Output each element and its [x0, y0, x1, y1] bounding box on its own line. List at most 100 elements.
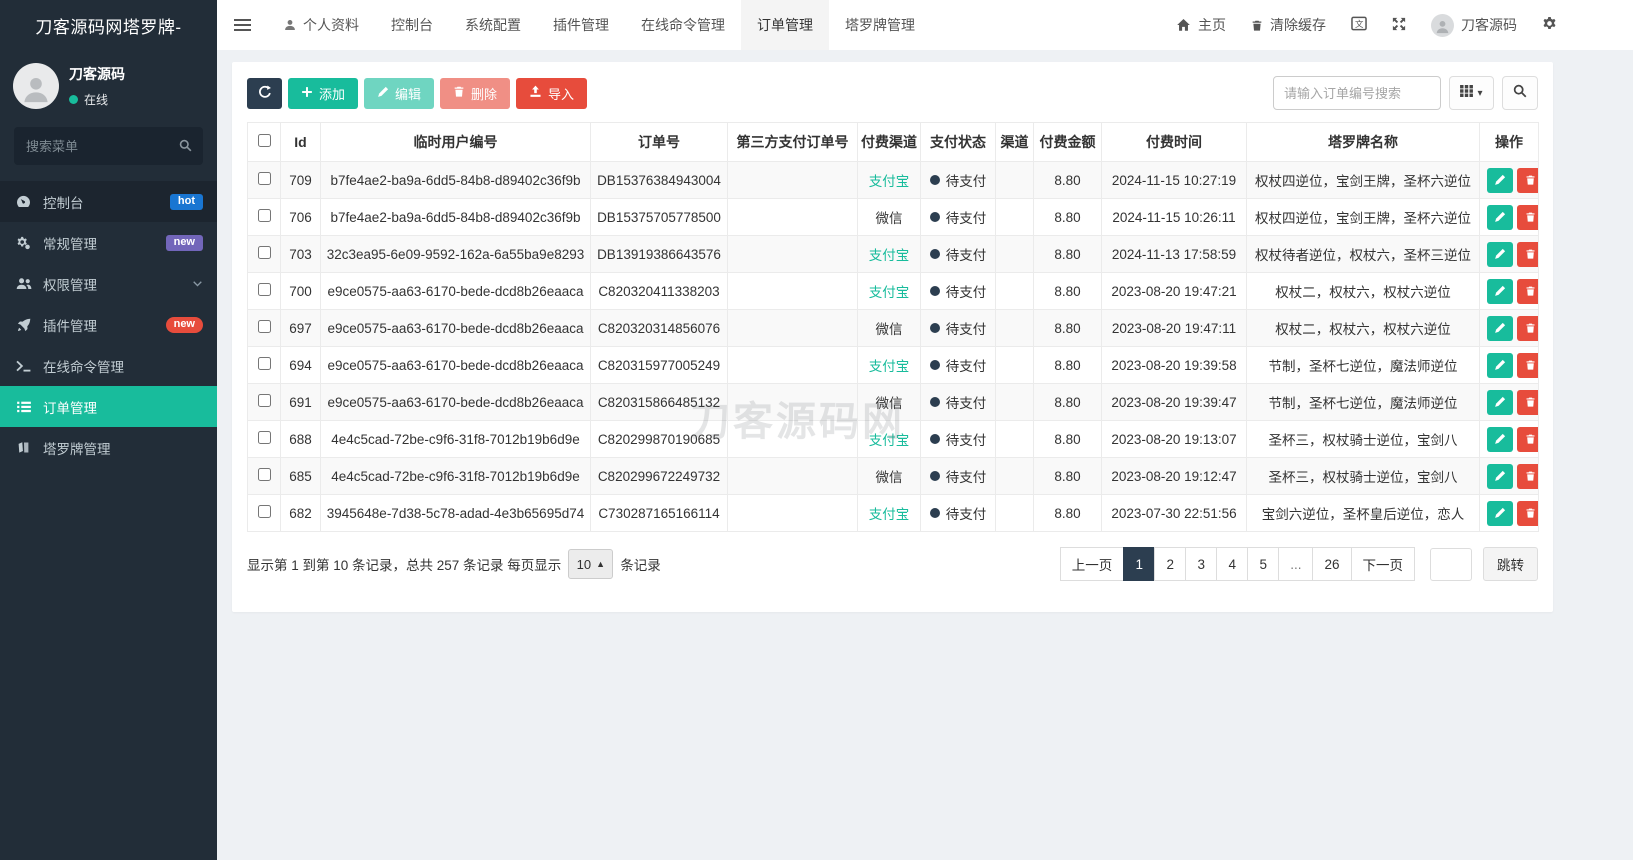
row-delete-button[interactable] — [1517, 241, 1538, 267]
page-size-dropdown[interactable]: 10 ▲ — [568, 549, 614, 579]
row-edit-button[interactable] — [1487, 389, 1513, 415]
row-delete-button[interactable] — [1517, 463, 1538, 489]
row-edit-button[interactable] — [1487, 463, 1513, 489]
table-cell: 3945648e-7d38-5c78-adad-4e3b65695d74 — [320, 494, 591, 532]
add-button[interactable]: 添加 — [288, 77, 359, 109]
clear-cache-label: 清除缓存 — [1270, 17, 1326, 33]
row-checkbox[interactable] — [257, 172, 271, 185]
sidebar-item-0[interactable]: 控制台 hot — [0, 181, 217, 222]
table-cell — [727, 161, 858, 199]
row-checkbox[interactable] — [257, 431, 271, 444]
row-delete-button[interactable] — [1517, 204, 1538, 230]
row-delete-button[interactable] — [1517, 278, 1538, 304]
main-panel: 添加 编辑 删除 导入 ▾ Id临时用户编号订单号第三方支付订单号付费渠道支付状… — [232, 62, 1553, 612]
nav-tab-6[interactable]: 塔罗牌管理 — [829, 0, 931, 50]
row-edit-button[interactable] — [1487, 278, 1513, 304]
sidebar-item-3[interactable]: 插件管理 new — [0, 304, 217, 345]
next-page-button[interactable]: 下一页 — [1350, 547, 1415, 581]
pay-channel: 支付宝 — [868, 174, 910, 189]
edit-button[interactable]: 编辑 — [364, 77, 435, 109]
jump-button[interactable]: 跳转 — [1483, 547, 1538, 581]
row-delete-button[interactable] — [1517, 426, 1538, 452]
language-button[interactable]: 文 — [1351, 16, 1367, 34]
orders-table: Id 临时用户编号 订单号 第三方支付订单号 付费渠道 支付状态 渠道 付费金额 付费时间 塔罗牌… — [247, 122, 1539, 532]
page-button-26[interactable]: 26 — [1312, 547, 1352, 581]
row-delete-button[interactable] — [1517, 315, 1538, 341]
table-cell — [247, 346, 281, 384]
row-checkbox[interactable] — [257, 283, 271, 296]
order-search-input[interactable] — [1273, 76, 1441, 110]
sidebar-item-6[interactable]: 塔罗牌管理 — [0, 427, 217, 468]
row-edit-button[interactable] — [1487, 167, 1513, 193]
row-edit-button[interactable] — [1487, 426, 1513, 452]
sidebar-toggle-button[interactable] — [217, 19, 268, 31]
table-cell: 2023-08-20 19:39:58 — [1101, 346, 1247, 384]
import-button[interactable]: 导入 — [516, 77, 588, 109]
table-cell: C820315977005249 — [590, 346, 728, 384]
row-delete-button[interactable] — [1517, 167, 1538, 193]
search-button[interactable] — [1502, 76, 1538, 110]
table-cell: C820299672249732 — [590, 457, 728, 495]
row-delete-button[interactable] — [1517, 500, 1538, 526]
select-all-checkbox[interactable] — [257, 134, 271, 147]
clear-cache-link[interactable]: 清除缓存 — [1251, 15, 1326, 35]
row-checkbox[interactable] — [257, 209, 271, 222]
table-cell: 2023-08-20 19:13:07 — [1101, 420, 1247, 458]
fullscreen-button[interactable] — [1392, 17, 1406, 34]
settings-button[interactable] — [1542, 16, 1557, 34]
table-cell: 2023-08-20 19:47:11 — [1101, 309, 1247, 347]
row-edit-button[interactable] — [1487, 315, 1513, 341]
prev-page-button[interactable]: 上一页 — [1059, 547, 1125, 581]
row-edit-button[interactable] — [1487, 352, 1513, 378]
page-button-4[interactable]: 4 — [1216, 547, 1249, 581]
sidebar-item-5[interactable]: 订单管理 — [0, 386, 217, 427]
column-header: 第三方支付订单号 — [727, 122, 858, 162]
table-cell: 圣杯三，权杖骑士逆位，宝剑八 — [1246, 420, 1480, 458]
table-cell: 微信 — [857, 383, 921, 421]
row-checkbox[interactable] — [257, 468, 271, 481]
row-edit-button[interactable] — [1487, 500, 1513, 526]
online-dot-icon — [69, 95, 78, 104]
row-checkbox[interactable] — [257, 357, 271, 370]
pay-channel: 支付宝 — [868, 507, 910, 522]
nav-tab-1[interactable]: 控制台 — [375, 0, 449, 50]
status-dot-icon — [929, 471, 940, 481]
nav-tab-5[interactable]: 订单管理 — [741, 0, 829, 50]
menu-search-input[interactable] — [14, 127, 203, 165]
row-checkbox[interactable] — [257, 505, 271, 518]
page-button-5[interactable]: 5 — [1247, 547, 1280, 581]
column-header: 操作 — [1479, 122, 1539, 162]
user-icon — [284, 19, 296, 31]
row-checkbox[interactable] — [257, 246, 271, 259]
row-edit-button[interactable] — [1487, 241, 1513, 267]
sidebar-item-4[interactable]: 在线命令管理 — [0, 345, 217, 386]
nav-tab-4[interactable]: 在线命令管理 — [625, 0, 741, 50]
row-checkbox[interactable] — [257, 394, 271, 407]
table-cell: 8.80 — [1033, 346, 1102, 384]
nav-tabs: 个人资料 控制台 系统配置 插件管理 在线命令管理 订单管理 塔罗牌管理 — [268, 0, 931, 50]
sidebar-item-1[interactable]: 常规管理 new — [0, 222, 217, 263]
row-checkbox[interactable] — [257, 320, 271, 333]
jump-page-input[interactable] — [1430, 547, 1472, 581]
delete-button[interactable]: 删除 — [440, 77, 511, 109]
row-edit-button[interactable] — [1487, 204, 1513, 230]
nav-tab-3[interactable]: 插件管理 — [537, 0, 625, 50]
refresh-button[interactable] — [247, 77, 282, 109]
table-cell: 权杖四逆位，宝剑王牌，圣杯六逆位 — [1246, 161, 1480, 199]
table-cell: 8.80 — [1033, 198, 1102, 236]
page-button-3[interactable]: 3 — [1185, 547, 1218, 581]
columns-dropdown-button[interactable]: ▾ — [1449, 76, 1494, 110]
sidebar-item-2[interactable]: 权限管理 — [0, 263, 217, 304]
page-button-2[interactable]: 2 — [1154, 547, 1187, 581]
row-delete-button[interactable] — [1517, 352, 1538, 378]
home-link[interactable]: 主页 — [1176, 15, 1226, 35]
table-body: 709 b7fe4ae2-ba9a-6dd5-84b8-d89402c36f9b D… — [247, 161, 1539, 532]
user-menu[interactable]: 刀客源码 — [1431, 13, 1517, 37]
row-delete-button[interactable] — [1517, 389, 1538, 415]
table-cell — [1479, 161, 1539, 199]
nav-tab-label: 在线命令管理 — [641, 17, 725, 33]
table-cell: 微信 — [857, 457, 921, 495]
nav-tab-0[interactable]: 个人资料 — [268, 0, 375, 50]
page-button-1[interactable]: 1 — [1123, 547, 1156, 581]
nav-tab-2[interactable]: 系统配置 — [449, 0, 537, 50]
